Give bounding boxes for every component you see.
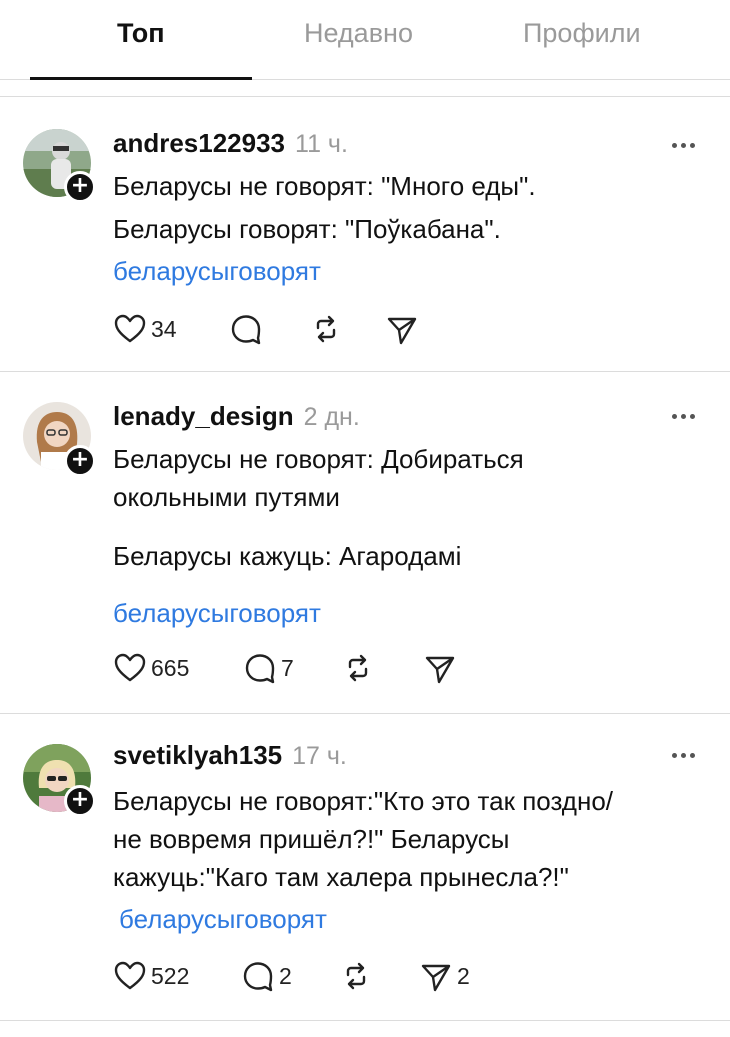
reply-count: 7 — [281, 654, 294, 681]
reply-button[interactable] — [229, 312, 263, 346]
post-header: lenady_design 2 дн. — [113, 401, 360, 432]
comment-bubble-icon — [231, 315, 261, 345]
post-text-line: окольными путями — [113, 482, 340, 512]
tab-bar: Топ Недавно Профили — [0, 0, 730, 80]
more-horizontal-icon[interactable] — [672, 140, 702, 150]
repost-button[interactable] — [309, 312, 343, 346]
tab-top[interactable]: Топ — [117, 18, 165, 49]
more-horizontal-icon[interactable] — [672, 411, 702, 421]
like-count: 665 — [151, 654, 190, 681]
post-text-line: не вовремя пришёл?!" Беларусы — [113, 824, 510, 854]
hashtag-link[interactable]: беларусыговорят — [119, 904, 327, 935]
heart-icon — [114, 314, 146, 343]
divider — [0, 713, 730, 714]
post-time: 2 дн. — [303, 403, 360, 431]
comment-bubble-icon — [245, 654, 275, 684]
more-horizontal-icon[interactable] — [672, 750, 702, 760]
share-button[interactable] — [385, 312, 419, 346]
reply-button[interactable]: 7 — [243, 651, 294, 685]
post-header: svetiklyah135 17 ч. — [113, 740, 347, 771]
username[interactable]: lenady_design — [113, 401, 294, 431]
divider — [0, 371, 730, 372]
repost-arrows-icon — [316, 315, 336, 343]
tab-profiles[interactable]: Профили — [523, 18, 641, 49]
hashtag-link[interactable]: беларусыговорят — [113, 256, 321, 287]
reply-count: 2 — [279, 962, 292, 989]
send-paper-plane-icon — [387, 317, 417, 345]
follow-plus-icon[interactable]: + — [64, 171, 96, 203]
hashtag-link[interactable]: беларусыговорят — [113, 598, 321, 629]
like-count: 34 — [151, 315, 177, 342]
like-count: 522 — [151, 962, 190, 989]
like-button[interactable]: 665 — [113, 651, 189, 685]
follow-plus-icon[interactable]: + — [64, 445, 96, 477]
repost-arrows-icon — [346, 962, 366, 990]
divider — [0, 1020, 730, 1021]
post-text-line: Беларусы не говорят: Добираться — [113, 444, 524, 474]
share-count: 2 — [457, 962, 470, 989]
follow-plus-icon[interactable]: + — [64, 785, 96, 817]
tab-recent[interactable]: Недавно — [304, 18, 413, 49]
repost-button[interactable] — [339, 959, 373, 993]
post-text-line: кажуць:"Каго там халера прынесла?!" — [113, 862, 569, 892]
post-text-line: Беларусы не говорят: "Много еды". — [113, 171, 536, 201]
post-text-line: Беларусы кажуць: Агародамі — [113, 541, 462, 571]
comment-bubble-icon — [243, 962, 273, 992]
active-tab-indicator — [30, 77, 252, 80]
username[interactable]: svetiklyah135 — [113, 740, 282, 770]
send-paper-plane-icon — [425, 656, 455, 684]
like-button[interactable]: 522 — [113, 959, 189, 993]
like-button[interactable]: 34 — [113, 312, 177, 346]
repost-arrows-icon — [348, 654, 368, 682]
username[interactable]: andres122933 — [113, 128, 285, 158]
repost-button[interactable] — [341, 651, 375, 685]
send-paper-plane-icon — [421, 964, 451, 992]
post-header: andres122933 11 ч. — [113, 128, 348, 159]
post-time: 17 ч. — [292, 742, 347, 770]
share-button[interactable]: 2 — [419, 959, 470, 993]
share-button[interactable] — [423, 651, 457, 685]
post-text-line: Беларусы говорят: "Поўкабана". — [113, 214, 501, 244]
post-text-line: Беларусы не говорят:"Кто это так поздно/ — [113, 786, 614, 816]
heart-icon — [114, 653, 146, 682]
reply-button[interactable]: 2 — [241, 959, 292, 993]
post-time: 11 ч. — [295, 130, 348, 158]
heart-icon — [114, 961, 146, 990]
divider — [0, 96, 730, 97]
